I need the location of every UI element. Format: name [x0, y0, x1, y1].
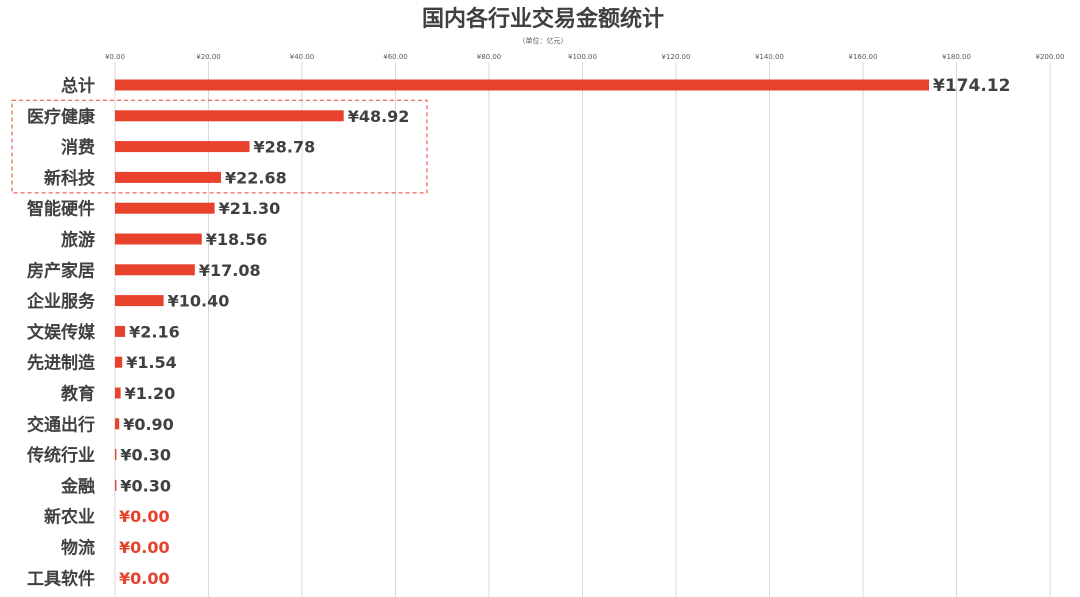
- x-tick-label: ¥120.00: [662, 53, 691, 61]
- category-label: 工具软件: [27, 568, 95, 589]
- bar: [115, 418, 120, 430]
- bar: [115, 295, 164, 307]
- bar: [115, 79, 930, 91]
- x-tick-label: ¥160.00: [849, 53, 878, 61]
- data-label: ¥2.16: [129, 322, 180, 341]
- bar: [115, 449, 117, 461]
- x-tick-label: ¥100.00: [568, 53, 597, 61]
- category-label: 总计: [61, 76, 95, 97]
- category-label: 智能硬件: [27, 199, 95, 220]
- category-label: 传统行业: [26, 445, 95, 466]
- category-labels: 总计医疗健康消费新科技智能硬件旅游房产家居企业服务文娱传媒先进制造教育交通出行传…: [26, 76, 96, 590]
- bar: [115, 356, 123, 368]
- data-label: ¥48.92: [348, 107, 410, 126]
- x-tick-label: ¥80.00: [477, 53, 502, 61]
- data-label: ¥0.00: [119, 569, 170, 588]
- bar: [115, 479, 117, 491]
- value-labels: ¥174.12 ¥48.92 ¥28.78 ¥22.68 ¥21.30 ¥18.56 ¥17…: [119, 76, 1010, 588]
- data-label: ¥0.00: [119, 507, 170, 526]
- category-label: 金融: [60, 476, 95, 497]
- bar-chart: 国内各行业交易金额统计 （单位：亿元） ¥0.00 ¥20.00 ¥40.00 ¥60…: [11, 6, 1065, 597]
- bar: [115, 110, 344, 122]
- bar: [115, 171, 222, 183]
- data-label: ¥28.78: [254, 138, 316, 157]
- data-label: ¥21.30: [219, 199, 281, 218]
- category-label: 物流: [61, 538, 95, 559]
- data-label: ¥22.68: [225, 168, 287, 187]
- x-tick-label: ¥0.00: [105, 53, 125, 61]
- x-tick-label: ¥200.00: [1036, 53, 1065, 61]
- bar: [115, 141, 250, 153]
- bar: [115, 264, 195, 276]
- x-tick-label: ¥40.00: [290, 53, 315, 61]
- category-label: 消费: [61, 137, 95, 158]
- category-label: 旅游: [61, 230, 95, 251]
- category-label: 新农业: [44, 507, 95, 528]
- x-axis-ticks: ¥0.00 ¥20.00 ¥40.00 ¥60.00 ¥80.00 ¥100.00 ¥120…: [105, 53, 1065, 61]
- bar: [115, 325, 126, 337]
- data-label: ¥1.20: [125, 384, 176, 403]
- bar: [115, 233, 202, 245]
- category-label: 教育: [60, 384, 95, 405]
- data-label: ¥174.12: [933, 76, 1010, 96]
- x-tick-label: ¥60.00: [383, 53, 408, 61]
- category-label: 文娱传媒: [27, 322, 96, 343]
- category-label: 先进制造: [27, 353, 96, 374]
- x-tick-label: ¥140.00: [755, 53, 784, 61]
- x-tick-label: ¥20.00: [196, 53, 221, 61]
- bars: [115, 79, 930, 491]
- bar: [115, 202, 215, 214]
- chart-subtitle: （单位：亿元）: [519, 36, 568, 45]
- category-label: 房产家居: [27, 260, 95, 281]
- data-label: ¥1.54: [126, 353, 177, 372]
- data-label: ¥0.30: [120, 476, 171, 495]
- category-label: 医疗健康: [27, 106, 96, 127]
- data-label: ¥0.90: [123, 415, 174, 434]
- data-label: ¥17.08: [199, 261, 261, 280]
- bar: [115, 387, 121, 399]
- category-label: 新科技: [44, 168, 96, 189]
- chart-title: 国内各行业交易金额统计: [422, 6, 664, 32]
- data-label: ¥10.40: [168, 292, 230, 311]
- x-tick-label: ¥180.00: [942, 53, 971, 61]
- category-label: 企业服务: [26, 291, 96, 312]
- category-label: 交通出行: [27, 414, 95, 435]
- data-label: ¥0.00: [119, 538, 170, 557]
- data-label: ¥0.30: [120, 446, 171, 465]
- data-label: ¥18.56: [206, 230, 268, 249]
